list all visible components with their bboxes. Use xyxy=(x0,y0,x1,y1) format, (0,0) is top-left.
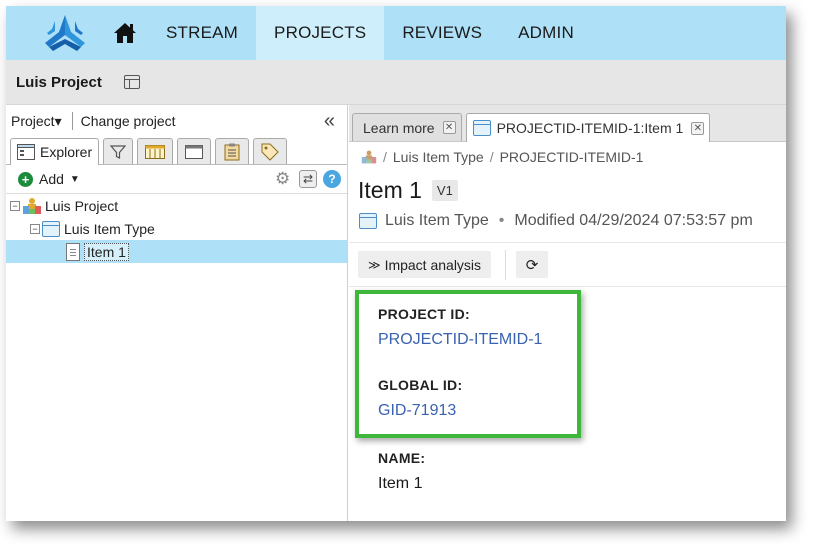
item-type-icon xyxy=(42,220,60,237)
breadcrumb: / Luis Item Type / PROJECTID-ITEMID-1 xyxy=(349,142,786,172)
tab-tag[interactable] xyxy=(253,138,288,164)
tab-learn-more[interactable]: Learn more ✕ xyxy=(352,113,462,141)
version-badge[interactable]: V1 xyxy=(431,179,458,201)
field-value: Item 1 xyxy=(378,475,423,492)
project-tree: − Luis Project − Luis Item Type Item 1 xyxy=(6,193,347,263)
item-type-icon xyxy=(359,213,377,229)
item-type-icon xyxy=(472,120,491,136)
tab-filter[interactable] xyxy=(103,138,134,164)
tree-node-label: Item 1 xyxy=(84,242,129,261)
divider xyxy=(505,249,507,280)
tag-icon xyxy=(261,143,279,161)
chevron-double-down-icon: ≫ xyxy=(368,257,381,272)
app-logo-icon[interactable] xyxy=(28,6,102,60)
item-meta: Luis Item Type • Modified 04/29/2024 07:… xyxy=(349,208,786,234)
left-panel-header: Project▾ Change project « xyxy=(6,105,347,137)
project-menu[interactable]: Project▾ xyxy=(11,113,62,130)
layout-icon[interactable] xyxy=(123,75,140,89)
tree-node-label: Luis Project xyxy=(45,197,119,214)
breadcrumb-item-id[interactable]: PROJECTID-ITEMID-1 xyxy=(500,149,644,165)
document-tabs: Learn more ✕ PROJECTID-ITEMID-1:Item 1 ✕ xyxy=(349,105,786,142)
nav-reviews[interactable]: REVIEWS xyxy=(384,6,500,60)
tab-item[interactable]: PROJECTID-ITEMID-1:Item 1 ✕ xyxy=(465,113,711,142)
change-project-link[interactable]: Change project xyxy=(81,113,176,129)
project-title: Luis Project xyxy=(16,73,102,91)
tree-node-item-type[interactable]: − Luis Item Type xyxy=(6,217,347,240)
left-tabs: Explorer xyxy=(6,137,347,165)
tree-node-item[interactable]: Item 1 xyxy=(6,240,347,263)
tree-toolbar: + Add ▼ ⚙ ⇄ ? xyxy=(6,165,347,193)
home-icon[interactable] xyxy=(102,6,148,60)
highlight-box xyxy=(355,290,581,438)
project-icon xyxy=(22,197,42,215)
filter-icon xyxy=(110,144,127,159)
tree-node-project[interactable]: − Luis Project xyxy=(6,194,347,217)
action-bar: ≫ Impact analysis ⟳ xyxy=(349,242,786,287)
document-icon xyxy=(66,242,80,261)
explorer-icon xyxy=(17,144,35,160)
refresh-button[interactable]: ⟳ xyxy=(516,251,549,278)
page-title: Item 1 xyxy=(358,176,422,203)
tree-node-label: Luis Item Type xyxy=(64,220,155,237)
chevron-down-icon[interactable]: ▼ xyxy=(70,174,80,185)
top-navigation: STREAM PROJECTS REVIEWS ADMIN xyxy=(6,6,786,60)
divider xyxy=(71,112,73,130)
add-icon: + xyxy=(18,171,33,187)
tab-label: Learn more xyxy=(363,119,435,136)
breadcrumb-item-type[interactable]: Luis Item Type xyxy=(393,149,484,165)
window-icon xyxy=(185,144,204,159)
gear-icon[interactable]: ⚙ xyxy=(275,170,293,188)
tab-label: PROJECTID-ITEMID-1:Item 1 xyxy=(496,120,684,136)
project-bar: Luis Project xyxy=(6,60,786,105)
refresh-icon: ⟳ xyxy=(525,256,539,274)
nav-admin[interactable]: ADMIN xyxy=(500,6,592,60)
nav-projects[interactable]: PROJECTS xyxy=(256,6,385,60)
item-fields: PROJECT ID: PROJECTID-ITEMID-1 GLOBAL ID… xyxy=(349,287,786,493)
field-label: NAME: xyxy=(378,450,426,466)
impact-analysis-button[interactable]: ≫ Impact analysis xyxy=(358,251,492,278)
tab-window[interactable] xyxy=(177,138,212,164)
close-icon[interactable]: ✕ xyxy=(442,121,456,134)
meta-modified: Modified 04/29/2024 07:53:57 pm xyxy=(514,212,753,229)
help-icon[interactable]: ? xyxy=(323,170,341,188)
sync-icon[interactable]: ⇄ xyxy=(299,170,317,188)
close-icon[interactable]: ✕ xyxy=(691,121,705,135)
collapse-panel-icon[interactable]: « xyxy=(324,110,335,133)
tab-explorer-label: Explorer xyxy=(40,144,93,160)
collapse-toggle-icon[interactable]: − xyxy=(10,200,20,211)
tab-explorer[interactable]: Explorer xyxy=(10,138,100,165)
grid-icon xyxy=(145,144,166,159)
tab-clipboard[interactable] xyxy=(215,138,250,164)
meta-item-type: Luis Item Type xyxy=(385,212,489,229)
item-header: Item 1 V1 xyxy=(349,172,786,208)
add-button[interactable]: Add xyxy=(39,171,64,187)
app-window: STREAM PROJECTS REVIEWS ADMIN Luis Proje… xyxy=(6,6,786,521)
impact-analysis-label: Impact analysis xyxy=(384,256,482,273)
clipboard-icon xyxy=(224,143,240,160)
right-panel: Learn more ✕ PROJECTID-ITEMID-1:Item 1 ✕… xyxy=(349,105,786,521)
collapse-toggle-icon[interactable]: − xyxy=(30,223,40,234)
project-icon[interactable] xyxy=(361,149,377,165)
tree-tools: ⚙ ⇄ ? xyxy=(275,170,341,188)
nav-stream[interactable]: STREAM xyxy=(148,6,256,60)
tab-grid[interactable] xyxy=(137,138,174,164)
left-panel: Project▾ Change project « Explorer + Add… xyxy=(6,105,348,521)
